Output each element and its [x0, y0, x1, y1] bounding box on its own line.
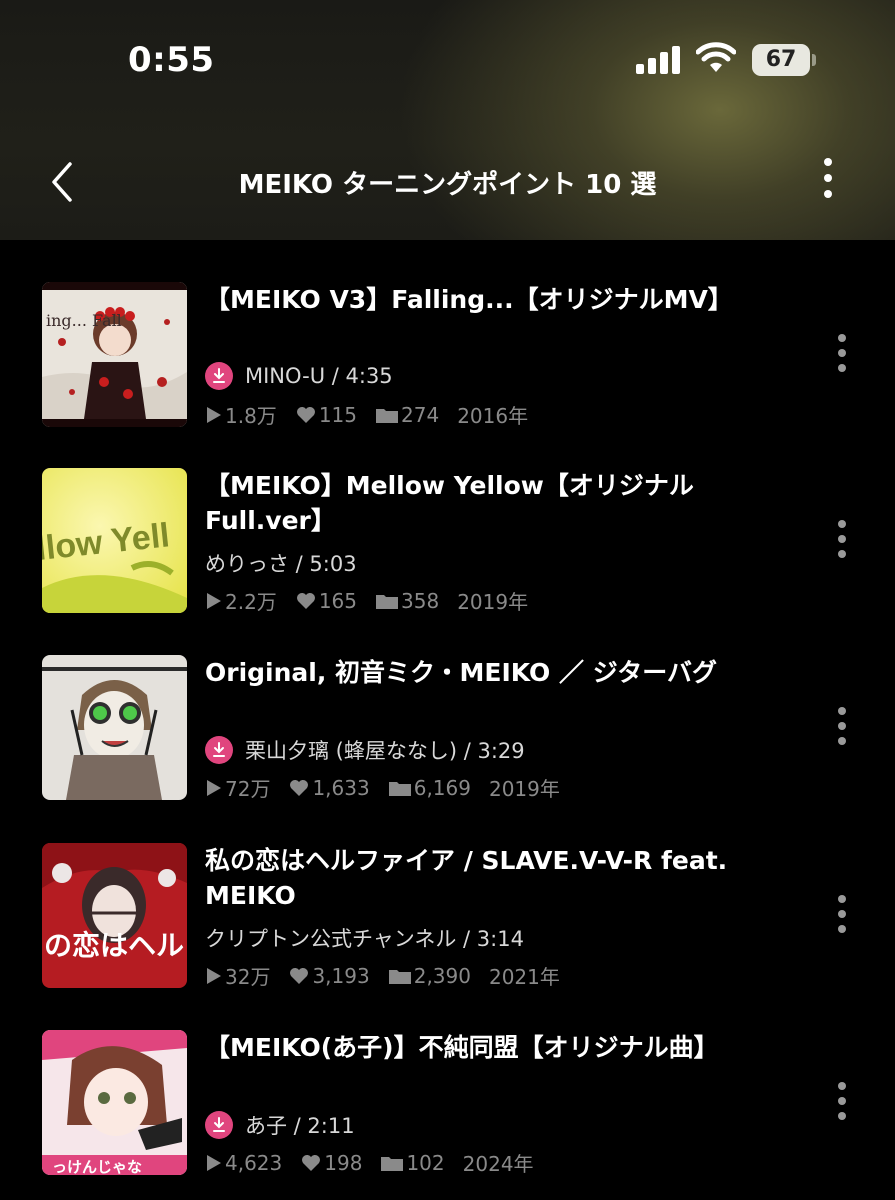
header-background: 0:55 67 MEIKO ターニングポイント 10 選 [0, 0, 895, 240]
video-thumbnail[interactable] [42, 655, 187, 800]
navigation-bar: MEIKO ターニングポイント 10 選 [0, 140, 895, 220]
video-stats: 2.2万 165 358 2019年 [205, 586, 546, 615]
play-count: 2.2万 [225, 590, 277, 614]
video-title[interactable]: 【MEIKO V3】Falling...【オリジナルMV】 [205, 282, 765, 317]
play-count: 1.8万 [225, 404, 277, 428]
item-more-options-icon[interactable] [832, 334, 852, 384]
list-item[interactable]: Original, 初音ミク・MEIKO ／ ジターバグ 栗山夕璃 (蜂屋ななし… [0, 655, 895, 825]
video-stats: 4,623 198 102 2024年 [205, 1148, 552, 1177]
video-stats: 72万 1,633 6,169 2019年 [205, 773, 578, 802]
video-title[interactable]: 【MEIKO】Mellow Yellow【オリジナル Full.ver】 [205, 468, 765, 538]
play-count-icon [207, 967, 221, 984]
list-item[interactable]: ing... Fall 【MEIKO V3】Falling...【オリジナルMV… [0, 282, 895, 452]
battery-cap [812, 54, 816, 66]
list-item[interactable]: の恋はヘルファイ 私の恋はヘルファイア / SLAVE.V-V-R feat. … [0, 843, 895, 1013]
mylist-folder-icon [388, 969, 411, 984]
author-duration: MINO-U / 4:35 [245, 364, 393, 388]
mylist-folder-icon [381, 1156, 404, 1171]
video-byline: 栗山夕璃 (蜂屋ななし) / 3:29 [205, 735, 525, 765]
downloaded-icon [205, 1111, 233, 1139]
video-title[interactable]: Original, 初音ミク・MEIKO ／ ジターバグ [205, 655, 765, 690]
thumbnail-caption: っけんじゃな [52, 1158, 142, 1175]
like-count: 1,633 [312, 775, 370, 800]
mylist-count: 358 [401, 588, 440, 613]
like-heart-icon [302, 1154, 321, 1171]
like-count: 165 [318, 588, 357, 613]
thumbnail-caption: ing... Fall [46, 311, 122, 330]
item-more-options-icon[interactable] [832, 707, 852, 757]
like-count: 198 [324, 1150, 363, 1175]
item-more-options-icon[interactable] [832, 1082, 852, 1132]
mylist-folder-icon [376, 594, 398, 609]
upload-year: 2016年 [457, 404, 529, 428]
thumbnail-caption: の恋はヘルファイ [44, 929, 187, 962]
downloaded-icon [205, 736, 233, 764]
video-thumbnail[interactable]: llow Yell [42, 468, 187, 613]
item-more-options-icon[interactable] [832, 520, 852, 570]
play-count-icon [207, 779, 221, 796]
video-thumbnail[interactable]: ing... Fall [42, 282, 187, 427]
video-byline: あ子 / 2:11 [205, 1110, 355, 1140]
upload-year: 2019年 [488, 777, 560, 801]
video-title[interactable]: 私の恋はヘルファイア / SLAVE.V-V-R feat. MEIKO [205, 843, 765, 913]
play-count: 32万 [225, 965, 271, 989]
video-byline: クリプトン公式チャンネル / 3:14 [205, 923, 524, 953]
list-item[interactable]: っけんじゃな 【MEIKO(あ子)】不純同盟【オリジナル曲】 あ子 / 2:11… [0, 1030, 895, 1200]
author-duration: クリプトン公式チャンネル / 3:14 [205, 927, 524, 951]
list-item[interactable]: llow Yell 【MEIKO】Mellow Yellow【オリジナル Ful… [0, 468, 895, 638]
play-count-icon [207, 592, 221, 609]
like-heart-icon [290, 779, 309, 796]
upload-year: 2019年 [457, 590, 529, 614]
mylist-count: 6,169 [413, 775, 471, 800]
wifi-icon [696, 42, 736, 72]
play-count-icon [207, 1154, 221, 1171]
upload-year: 2024年 [462, 1152, 534, 1176]
like-heart-icon [296, 406, 315, 423]
video-stats: 32万 3,193 2,390 2021年 [205, 961, 578, 990]
like-heart-icon [296, 592, 315, 609]
downloaded-icon [205, 362, 233, 390]
cellular-signal-icon [636, 46, 682, 74]
video-byline: MINO-U / 4:35 [205, 362, 393, 390]
mylist-count: 102 [406, 1150, 445, 1175]
status-time: 0:55 [128, 40, 215, 80]
status-bar: 0:55 67 [0, 0, 895, 120]
author-duration: 栗山夕璃 (蜂屋ななし) / 3:29 [245, 739, 525, 763]
author-duration: あ子 / 2:11 [245, 1114, 355, 1138]
play-count-icon [207, 406, 221, 423]
upload-year: 2021年 [488, 965, 560, 989]
mylist-folder-icon [388, 781, 411, 796]
mylist-folder-icon [376, 408, 398, 423]
mylist-count: 274 [401, 402, 440, 427]
video-byline: めりっさ / 5:03 [205, 548, 357, 578]
video-stats: 1.8万 115 274 2016年 [205, 400, 546, 429]
mylist-count: 2,390 [413, 963, 471, 988]
video-title[interactable]: 【MEIKO(あ子)】不純同盟【オリジナル曲】 [205, 1030, 765, 1065]
battery-indicator: 67 [752, 44, 810, 76]
like-count: 115 [318, 402, 357, 427]
video-thumbnail[interactable]: っけんじゃな [42, 1030, 187, 1175]
author-duration: めりっさ / 5:03 [205, 552, 357, 576]
like-heart-icon [290, 967, 309, 984]
item-more-options-icon[interactable] [832, 895, 852, 945]
more-options-icon[interactable] [808, 158, 848, 206]
play-count: 72万 [225, 777, 271, 801]
page-title: MEIKO ターニングポイント 10 選 [238, 170, 657, 200]
play-count: 4,623 [225, 1150, 283, 1175]
like-count: 3,193 [312, 963, 370, 988]
video-thumbnail[interactable]: の恋はヘルファイ [42, 843, 187, 988]
